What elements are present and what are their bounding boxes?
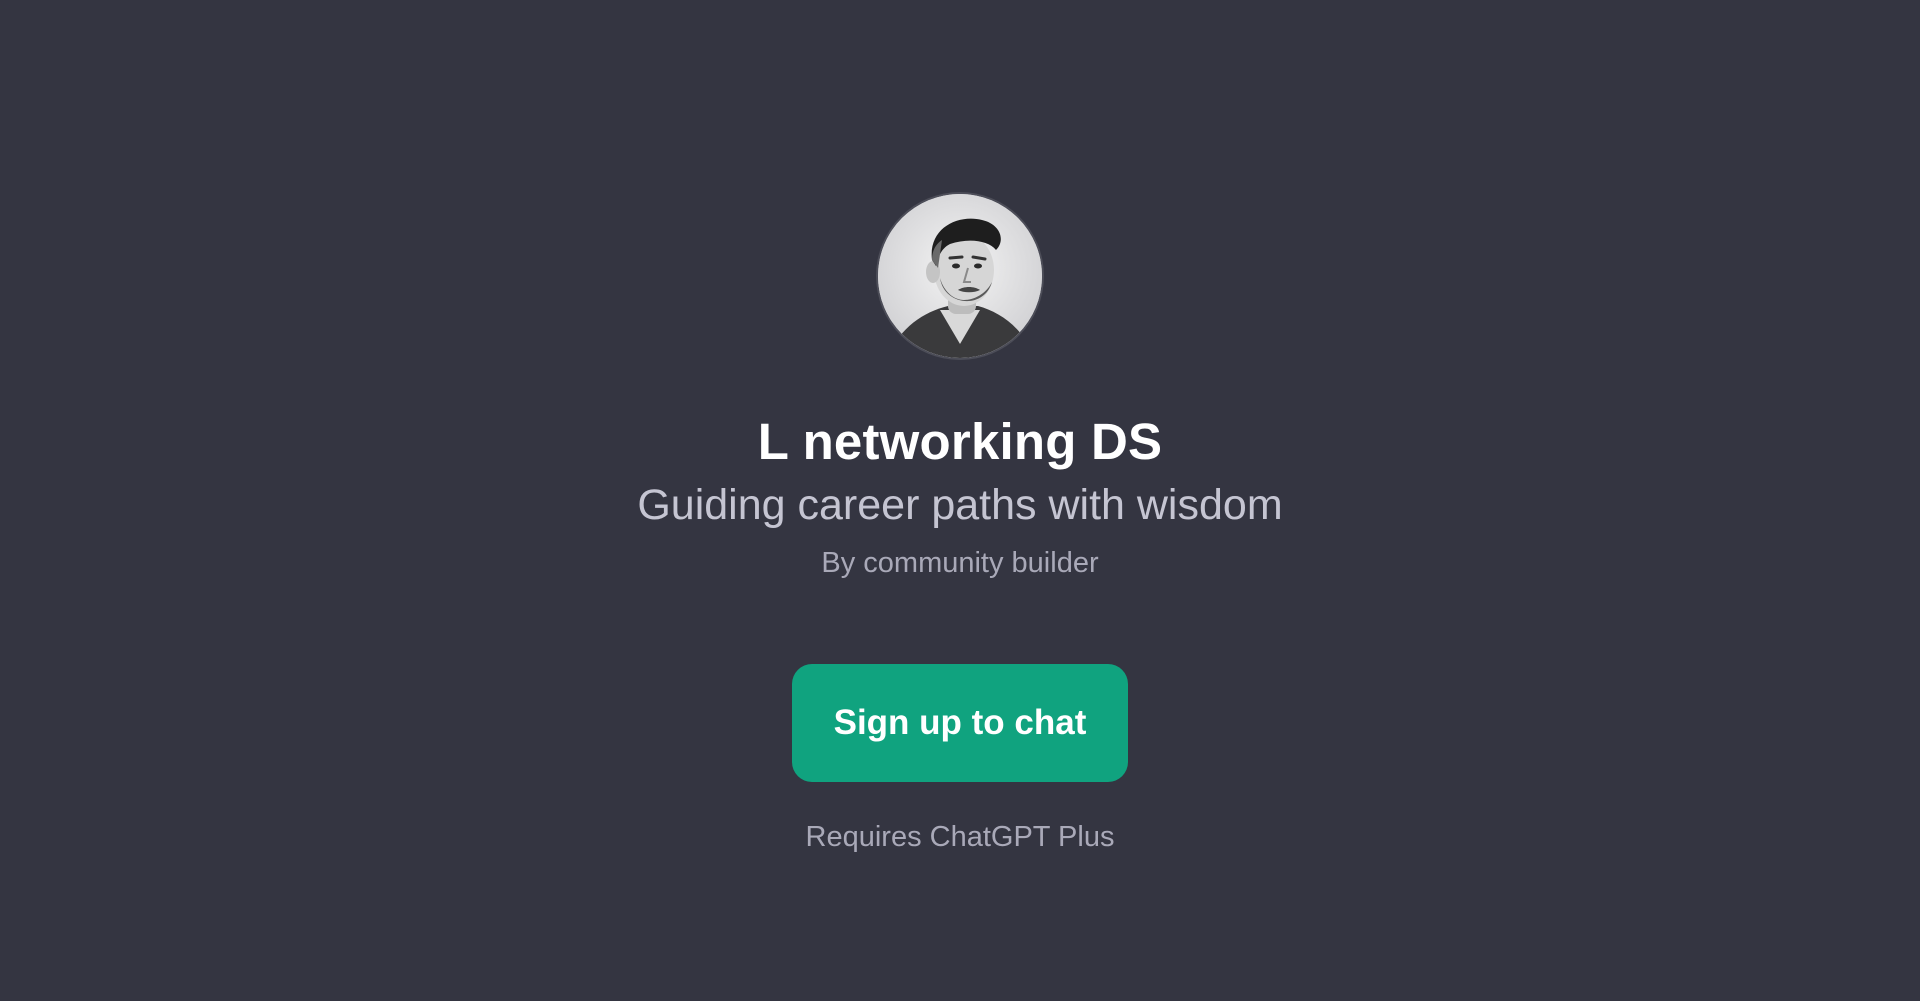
gpt-avatar [878,194,1042,358]
portrait-avatar-icon [878,194,1042,358]
gpt-author: By community builder [821,547,1099,579]
gpt-tagline: Guiding career paths with wisdom [637,481,1283,529]
gpt-title: L networking DS [757,413,1163,470]
gpt-landing-page: L networking DS Guiding career paths wit… [0,0,1920,1001]
sign-up-to-chat-button[interactable]: Sign up to chat [792,664,1128,782]
requirement-note: Requires ChatGPT Plus [805,821,1115,853]
gpt-info-stack: L networking DS Guiding career paths wit… [0,0,1920,856]
